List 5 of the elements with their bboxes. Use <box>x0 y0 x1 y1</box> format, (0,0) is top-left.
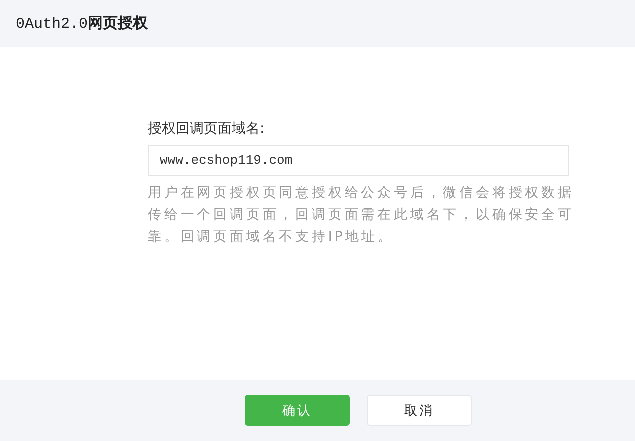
help-text: 用户在网页授权页同意授权给公众号后，微信会将授权数据传给一个回调页面，回调页面需在此域名下，以确保安全可靠。回调页面域名不支持IP地址。 <box>148 184 576 247</box>
dialog-title: 0Auth2.0网页授权 <box>16 14 148 33</box>
domain-input-field[interactable]: www.ecshop119.com <box>148 145 569 176</box>
field-label: 授权回调页面域名: <box>148 120 266 139</box>
cancel-button[interactable]: 取消 <box>367 395 472 426</box>
